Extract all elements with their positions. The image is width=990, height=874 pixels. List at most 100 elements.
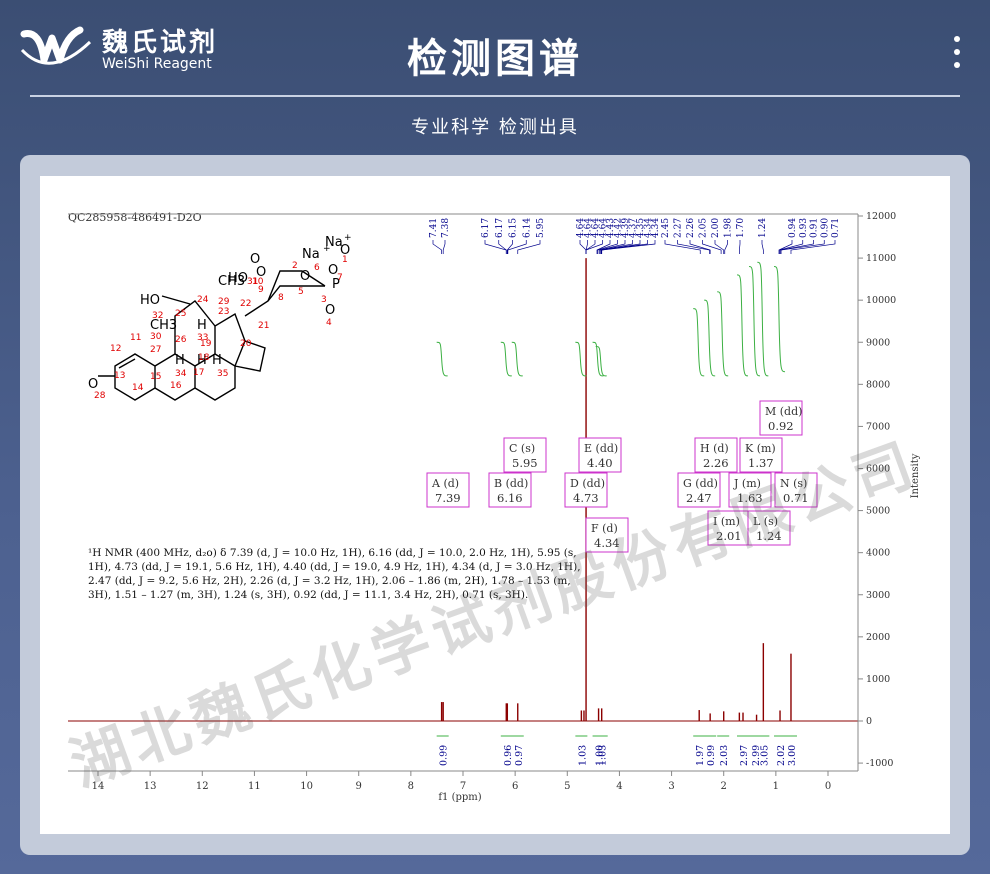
atom-number: 34 bbox=[175, 369, 187, 379]
integral-curve bbox=[511, 341, 523, 377]
multiplet-ppm: 2.01 bbox=[716, 529, 742, 543]
atom-number: 31 bbox=[247, 277, 258, 287]
multiplet-label-M: M (dd)0.92 bbox=[759, 400, 803, 436]
multiplet-label-C: C (s)5.95 bbox=[503, 437, 547, 473]
y-tick-label: 5000 bbox=[866, 506, 890, 517]
atom-number: 16 bbox=[170, 381, 182, 391]
multiplet-labels: A (d)7.39B (dd)6.16C (s)5.95D (dd)4.73E … bbox=[426, 400, 818, 553]
multiplet-label-L: L (s)1.24 bbox=[747, 510, 791, 546]
integral-value: 1.03 bbox=[598, 745, 609, 766]
x-tick-label: 3 bbox=[668, 781, 674, 792]
multiplet-label-H: H (d)2.26 bbox=[694, 437, 738, 473]
integral-curve bbox=[575, 341, 587, 377]
top-ppm-label: 0.93 bbox=[799, 218, 809, 238]
multiplet-id: L (s) bbox=[753, 515, 778, 528]
multiplet-id: J (m) bbox=[733, 477, 761, 490]
integral-value: 2.03 bbox=[719, 745, 730, 766]
multiplet-ppm: 0.92 bbox=[768, 419, 794, 433]
top-ppm-label: 2.45 bbox=[661, 218, 671, 238]
multiplet-ppm: 2.26 bbox=[703, 456, 729, 470]
x-tick-label: 4 bbox=[616, 781, 622, 792]
x-tick-label: 6 bbox=[512, 781, 518, 792]
top-label-leader bbox=[484, 240, 507, 254]
structure-atom-label: O bbox=[88, 377, 98, 392]
multiplet-label-F: F (d)4.34 bbox=[585, 517, 629, 553]
y-tick-label: 3000 bbox=[866, 590, 890, 601]
integral-value: 0.96 bbox=[503, 745, 514, 766]
top-label-leader bbox=[714, 240, 725, 254]
atom-number: 24 bbox=[197, 295, 209, 305]
atom-number: 26 bbox=[175, 335, 187, 345]
atom-number: 13 bbox=[114, 371, 125, 381]
integral-value: 2.97 bbox=[739, 745, 750, 766]
multiplet-label-B: B (dd)6.16 bbox=[488, 472, 532, 508]
multiplet-ppm: 2.47 bbox=[686, 491, 712, 505]
y-tick-label: 10000 bbox=[866, 295, 896, 306]
x-tick-label: 8 bbox=[408, 781, 414, 792]
multiplet-ppm: 4.34 bbox=[594, 536, 620, 550]
multiplet-ppm: 4.73 bbox=[573, 491, 599, 505]
top-label-leader bbox=[517, 240, 541, 254]
atom-number: 5 bbox=[298, 287, 304, 297]
more-menu-icon[interactable] bbox=[952, 36, 962, 75]
integral-curve bbox=[757, 261, 769, 377]
x-tick-label: 12 bbox=[196, 781, 209, 792]
y-tick-label: 11000 bbox=[866, 253, 896, 264]
nmr-text-line: 3H), 1.51 – 1.27 (m, 3H), 1.24 (s, 3H), … bbox=[88, 589, 528, 601]
y-tick-label: 1000 bbox=[866, 674, 890, 685]
top-ppm-label: 0.71 bbox=[831, 218, 841, 238]
structure-atom-label: CH3 bbox=[218, 274, 245, 289]
integral-value: 1.97 bbox=[695, 745, 706, 766]
atom-number: 8 bbox=[278, 293, 284, 303]
multiplet-id: B (dd) bbox=[494, 477, 528, 490]
integral-curve bbox=[693, 308, 705, 377]
integral-value: 1.03 bbox=[577, 745, 588, 766]
integral-curves bbox=[436, 261, 786, 377]
integral-curve bbox=[774, 266, 786, 373]
integral-values: 0.99 0.96 0.97 1.03 1.001.03 1.97 0.99 2.03 2.97… bbox=[436, 735, 798, 766]
multiplet-id: A (d) bbox=[431, 477, 459, 490]
top-ppm-label: 2.27 bbox=[674, 218, 684, 238]
multiplet-id: H (d) bbox=[700, 442, 729, 455]
x-tick-label: 7 bbox=[460, 781, 466, 792]
integral-curve bbox=[500, 341, 512, 377]
multiplet-ppm: 4.40 bbox=[587, 456, 613, 470]
top-label-leader bbox=[442, 240, 446, 254]
atom-number: 33 bbox=[197, 333, 208, 343]
top-ppm-label: 2.00 bbox=[711, 218, 721, 238]
integral-curve bbox=[748, 266, 761, 377]
x-axis-ticks: 14 13 12 11 10 9 8 7 6 5 4 3 2 1 0 bbox=[92, 771, 831, 792]
top-label-leader bbox=[432, 240, 442, 254]
structure-atom-label: O bbox=[300, 269, 310, 284]
structure-atom-label: O bbox=[325, 303, 335, 318]
structure-atom-label: H bbox=[175, 353, 185, 368]
x-tick-label: 13 bbox=[144, 781, 157, 792]
atom-number: 30 bbox=[150, 332, 162, 342]
atom-number: 32 bbox=[152, 311, 163, 321]
top-label-leader bbox=[702, 240, 722, 254]
top-label-leader bbox=[724, 240, 728, 254]
integral-value: 0.99 bbox=[439, 745, 450, 766]
multiplet-ppm: 6.16 bbox=[497, 491, 523, 505]
page-subtitle: 专业科学 检测出具 bbox=[411, 117, 579, 138]
integral-value: 3.05 bbox=[759, 745, 770, 766]
top-ppm-label: 5.95 bbox=[536, 218, 546, 238]
multiplet-id: E (dd) bbox=[584, 442, 618, 455]
integral-value: 0.97 bbox=[514, 745, 525, 766]
multiplet-id: K (m) bbox=[745, 442, 776, 455]
top-ppm-label: 6.17 bbox=[495, 218, 505, 238]
multiplet-id: N (s) bbox=[780, 477, 807, 490]
sample-id: QC285958-486491-D2O bbox=[68, 211, 202, 224]
y-axis-ticks: 1200011000100009000800070006000500040003… bbox=[858, 211, 896, 769]
multiplet-label-A: A (d)7.39 bbox=[426, 472, 470, 508]
multiplet-id: F (d) bbox=[591, 522, 618, 535]
structure-atom-label: H bbox=[212, 353, 222, 368]
atom-number: 7 bbox=[337, 273, 343, 283]
atom-number: 18 bbox=[198, 353, 210, 363]
integral-curve bbox=[436, 341, 448, 377]
atom-number: 4 bbox=[326, 318, 332, 328]
top-ppm-label: 0.91 bbox=[810, 218, 820, 238]
structure-atom-label: H bbox=[197, 318, 207, 333]
multiplet-ppm: 0.71 bbox=[783, 491, 809, 505]
x-tick-label: 11 bbox=[248, 781, 261, 792]
